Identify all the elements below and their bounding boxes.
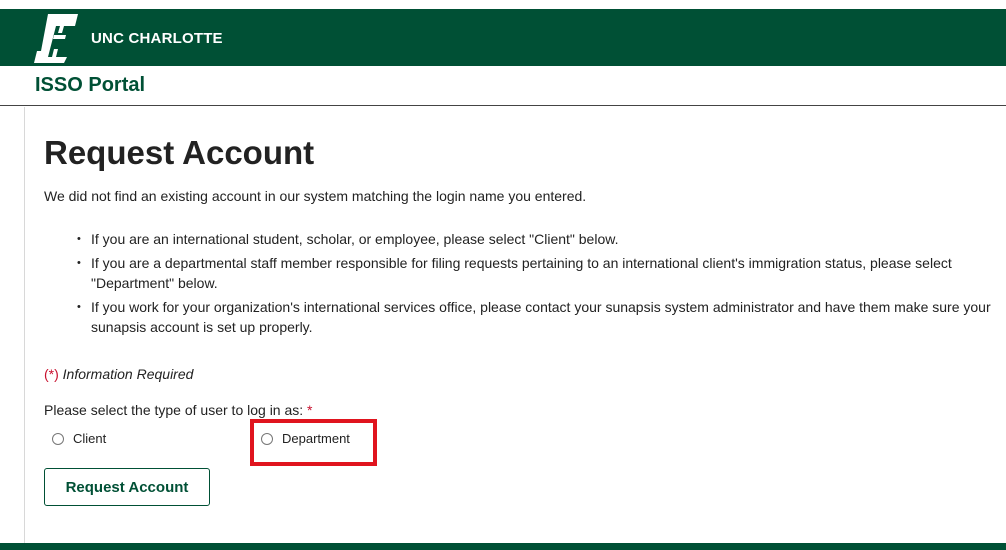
user-type-label: Please select the type of user to log in…	[44, 402, 313, 418]
request-account-button[interactable]: Request Account	[44, 468, 210, 506]
list-item: If you are an international student, sch…	[77, 229, 997, 249]
required-note: (*) Information Required	[44, 366, 193, 382]
required-marker: *	[307, 402, 313, 418]
highlight-annotation-box	[250, 419, 377, 466]
main-content: Request Account We did not find an exist…	[24, 107, 1006, 543]
top-header-bar: UNC CHARLOTTE	[0, 9, 1006, 66]
list-item: If you are a departmental staff member r…	[77, 253, 997, 293]
footer-bar	[0, 543, 1006, 550]
required-note-text: Information Required	[62, 366, 194, 382]
portal-title[interactable]: ISSO Portal	[35, 74, 145, 97]
brand-name[interactable]: UNC CHARLOTTE	[91, 30, 223, 47]
instruction-list: If you are an international student, sch…	[77, 229, 997, 341]
intro-text: We did not find an existing account in o…	[44, 188, 587, 204]
required-marker: (*)	[44, 366, 59, 382]
unc-charlotte-logo-icon[interactable]	[34, 13, 78, 63]
user-type-prompt: Please select the type of user to log in…	[44, 402, 304, 418]
portal-bar: ISSO Portal	[0, 66, 1006, 106]
list-item: If you work for your organization's inte…	[77, 297, 997, 337]
client-radio-button[interactable]	[52, 432, 64, 445]
client-radio-option[interactable]: Client	[52, 431, 106, 446]
client-radio-label[interactable]: Client	[73, 431, 106, 446]
page-title: Request Account	[44, 134, 315, 171]
